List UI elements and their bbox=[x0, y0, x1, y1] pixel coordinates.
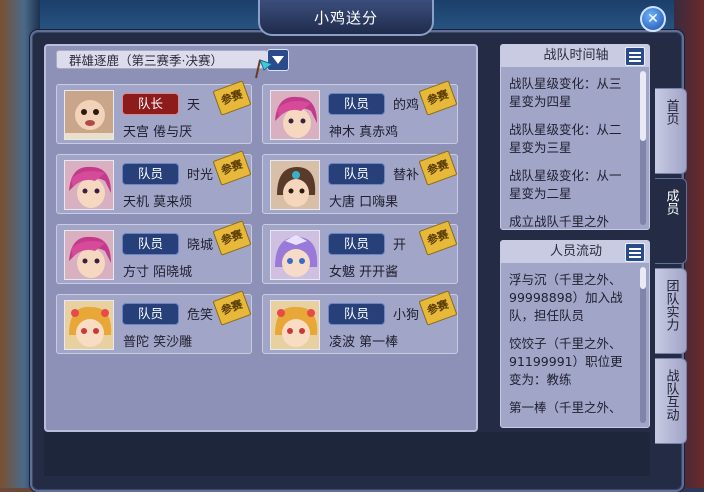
entry-stamp: 参赛 bbox=[418, 80, 458, 116]
member-team-name: 开 bbox=[393, 238, 407, 253]
personnel-item: 第一棒（千里之外、 bbox=[509, 400, 622, 415]
personnel-menu-button[interactable] bbox=[625, 243, 645, 262]
avatar[interactable] bbox=[64, 90, 114, 140]
window-title-text: 小鸡送分 bbox=[313, 8, 378, 27]
member-team-name: 危笑 bbox=[187, 308, 214, 323]
avatar[interactable] bbox=[64, 230, 114, 280]
avatar[interactable] bbox=[270, 230, 320, 280]
member-team-name: 晓城 bbox=[187, 238, 214, 253]
entry-stamp: 参赛 bbox=[418, 150, 458, 186]
member-card[interactable]: 队员开女魃 开开酱 参赛 bbox=[262, 220, 458, 284]
member-school-name: 天宫 倦与厌 bbox=[123, 125, 193, 140]
role-badge: 队员 bbox=[122, 303, 179, 325]
member-card[interactable]: 队员 时光天机 莫来烦 参赛 bbox=[56, 150, 252, 214]
member-card[interactable]: 队员 危笑普陀 笑沙雕 参赛 bbox=[56, 290, 252, 354]
member-team-name: 的鸡 bbox=[393, 98, 420, 113]
timeline-list: 战队星级变化：从三星变为四星 战队星级变化：从二星变为三星 战队星级变化：从一星… bbox=[501, 67, 637, 229]
entry-stamp: 参赛 bbox=[212, 80, 252, 116]
timeline-menu-button[interactable] bbox=[625, 47, 645, 66]
timeline-scroll-thumb[interactable] bbox=[640, 71, 646, 141]
member-school-name: 普陀 笑沙雕 bbox=[123, 335, 193, 350]
tab-team-interaction[interactable]: 战队互动 bbox=[655, 358, 687, 444]
timeline-item: 成立战队千里之外 bbox=[509, 214, 610, 229]
member-team-name: 时光 bbox=[187, 168, 214, 183]
timeline-title: 战队时间轴 bbox=[543, 48, 609, 63]
role-badge: 队员 bbox=[122, 163, 179, 185]
tab-members[interactable]: 成员 bbox=[655, 178, 687, 264]
personnel-title: 人员流动 bbox=[549, 244, 602, 259]
close-button[interactable]: ✕ bbox=[640, 6, 666, 32]
personnel-scrollbar[interactable] bbox=[640, 267, 646, 423]
personnel-scroll-thumb[interactable] bbox=[640, 267, 646, 289]
tab-team-interaction-label: 战队互动 bbox=[663, 369, 679, 421]
bottom-bar bbox=[44, 432, 650, 476]
season-header: 群雄逐鹿（第三赛季·决赛） bbox=[56, 50, 268, 69]
member-school-name: 女魃 开开酱 bbox=[329, 265, 399, 280]
member-school-name: 方寸 陌晓城 bbox=[123, 265, 193, 280]
member-card[interactable]: 队员 替补大唐 口嗨果 参赛 bbox=[262, 150, 458, 214]
avatar[interactable] bbox=[270, 90, 320, 140]
role-badge: 队员 bbox=[328, 93, 385, 115]
timeline-item: 战队星级变化：从二星变为三星 bbox=[509, 122, 622, 155]
avatar[interactable] bbox=[64, 160, 114, 210]
personnel-item: 浮与沉（千里之外、99998898）加入战队，担任队员 bbox=[509, 272, 623, 323]
avatar[interactable] bbox=[64, 300, 114, 350]
member-team-name: 小狗 bbox=[393, 308, 420, 323]
entry-stamp: 参赛 bbox=[212, 150, 252, 186]
window-title: 小鸡送分 bbox=[258, 0, 434, 36]
personnel-box: 人员流动 浮与沉（千里之外、99998898）加入战队，担任队员 饺饺子（千里之… bbox=[500, 240, 650, 428]
member-school-name: 凌波 第一棒 bbox=[329, 335, 399, 350]
member-card[interactable]: 队长天天宫 倦与厌 参赛 bbox=[56, 80, 252, 144]
tab-home-label: 首页 bbox=[663, 99, 679, 125]
close-icon: ✕ bbox=[647, 11, 659, 27]
role-badge: 队员 bbox=[328, 303, 385, 325]
timeline-item: 战队星级变化：从三星变为四星 bbox=[509, 76, 622, 109]
role-badge: 队长 bbox=[122, 93, 179, 115]
entry-stamp: 参赛 bbox=[212, 220, 252, 256]
member-school-name: 神木 真赤鸡 bbox=[329, 125, 399, 140]
tab-team-strength-label: 团队实力 bbox=[663, 279, 679, 331]
member-school-name: 天机 莫来烦 bbox=[123, 195, 193, 210]
avatar[interactable] bbox=[270, 300, 320, 350]
flag-icon bbox=[255, 59, 274, 79]
entry-stamp: 参赛 bbox=[418, 290, 458, 326]
role-badge: 队员 bbox=[328, 233, 385, 255]
timeline-item: 战队星级变化：从一星变为二星 bbox=[509, 168, 622, 201]
season-label: 群雄逐鹿（第三赛季·决赛） bbox=[69, 53, 223, 68]
member-school-name: 大唐 口嗨果 bbox=[329, 195, 399, 210]
tab-members-label: 成员 bbox=[663, 189, 679, 215]
entry-stamp: 参赛 bbox=[418, 220, 458, 256]
tab-team-strength[interactable]: 团队实力 bbox=[655, 268, 687, 354]
role-badge: 队员 bbox=[328, 163, 385, 185]
entry-stamp: 参赛 bbox=[212, 290, 252, 326]
member-card[interactable]: 队员 晓城方寸 陌晓城 参赛 bbox=[56, 220, 252, 284]
avatar[interactable] bbox=[270, 160, 320, 210]
member-card[interactable]: 队员 的鸡神木 真赤鸡 参赛 bbox=[262, 80, 458, 144]
personnel-list: 浮与沉（千里之外、99998898）加入战队，担任队员 饺饺子（千里之外、911… bbox=[501, 263, 637, 427]
member-team-name: 天 bbox=[187, 98, 201, 113]
timeline-box: 战队时间轴 战队星级变化：从三星变为四星 战队星级变化：从二星变为三星 战队星级… bbox=[500, 44, 650, 230]
role-badge: 队员 bbox=[122, 233, 179, 255]
member-team-name: 替补 bbox=[393, 168, 420, 183]
personnel-item: 饺饺子（千里之外、91199991）职位更变为：教练 bbox=[509, 336, 623, 387]
member-card[interactable]: 队员 小狗凌波 第一棒 参赛 bbox=[262, 290, 458, 354]
tab-home[interactable]: 首页 bbox=[655, 88, 687, 174]
timeline-scrollbar[interactable] bbox=[640, 71, 646, 225]
